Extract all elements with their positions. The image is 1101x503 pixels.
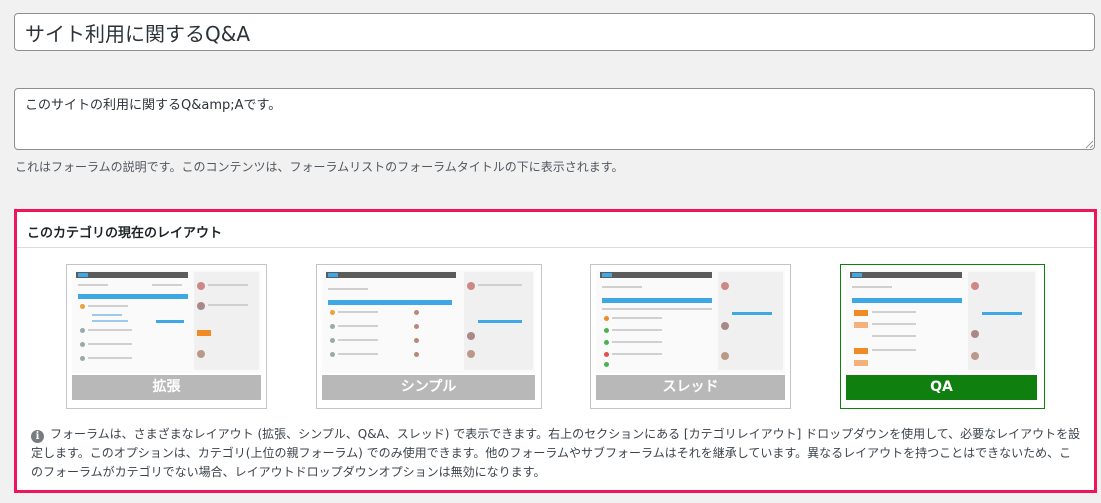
layout-option-threaded[interactable]: スレッド <box>590 264 791 409</box>
layout-preview-threaded <box>596 270 785 373</box>
layout-option-label: シンプル <box>322 375 535 400</box>
textarea-resize-grip[interactable] <box>1084 139 1094 149</box>
layout-note: i フォーラムは、さまざまなレイアウト (拡張、シンプル、Q&A、スレッド) で表… <box>31 425 1081 482</box>
layout-preview-simple <box>322 270 535 373</box>
info-icon: i <box>31 430 44 443</box>
forum-title-input[interactable] <box>14 13 1095 51</box>
layout-option-simple[interactable]: シンプル <box>316 264 542 409</box>
current-layout-heading: このカテゴリの現在のレイアウト <box>17 212 1094 248</box>
layout-option-qa[interactable]: QA <box>840 264 1045 409</box>
layout-preview-qa <box>846 270 1037 373</box>
layout-options: 拡張 シンプル スレッド QA <box>17 264 1094 409</box>
forum-description-textarea[interactable]: このサイトの利用に関するQ&amp;Aです。 <box>14 88 1095 150</box>
current-layout-panel: このカテゴリの現在のレイアウト 拡張 シンプル スレッド QA i フォーラムは… <box>14 209 1097 493</box>
layout-option-label: スレッド <box>596 375 785 400</box>
layout-option-label: 拡張 <box>72 375 261 400</box>
layout-option-extended[interactable]: 拡張 <box>66 264 267 409</box>
layout-preview-extended <box>72 270 261 373</box>
description-help-text: これはフォーラムの説明です。このコンテンツは、フォーラムリストのフォーラムタイト… <box>15 160 624 174</box>
layout-option-label: QA <box>846 375 1037 400</box>
layout-note-text: フォーラムは、さまざまなレイアウト (拡張、シンプル、Q&A、スレッド) で表示… <box>31 427 1081 479</box>
